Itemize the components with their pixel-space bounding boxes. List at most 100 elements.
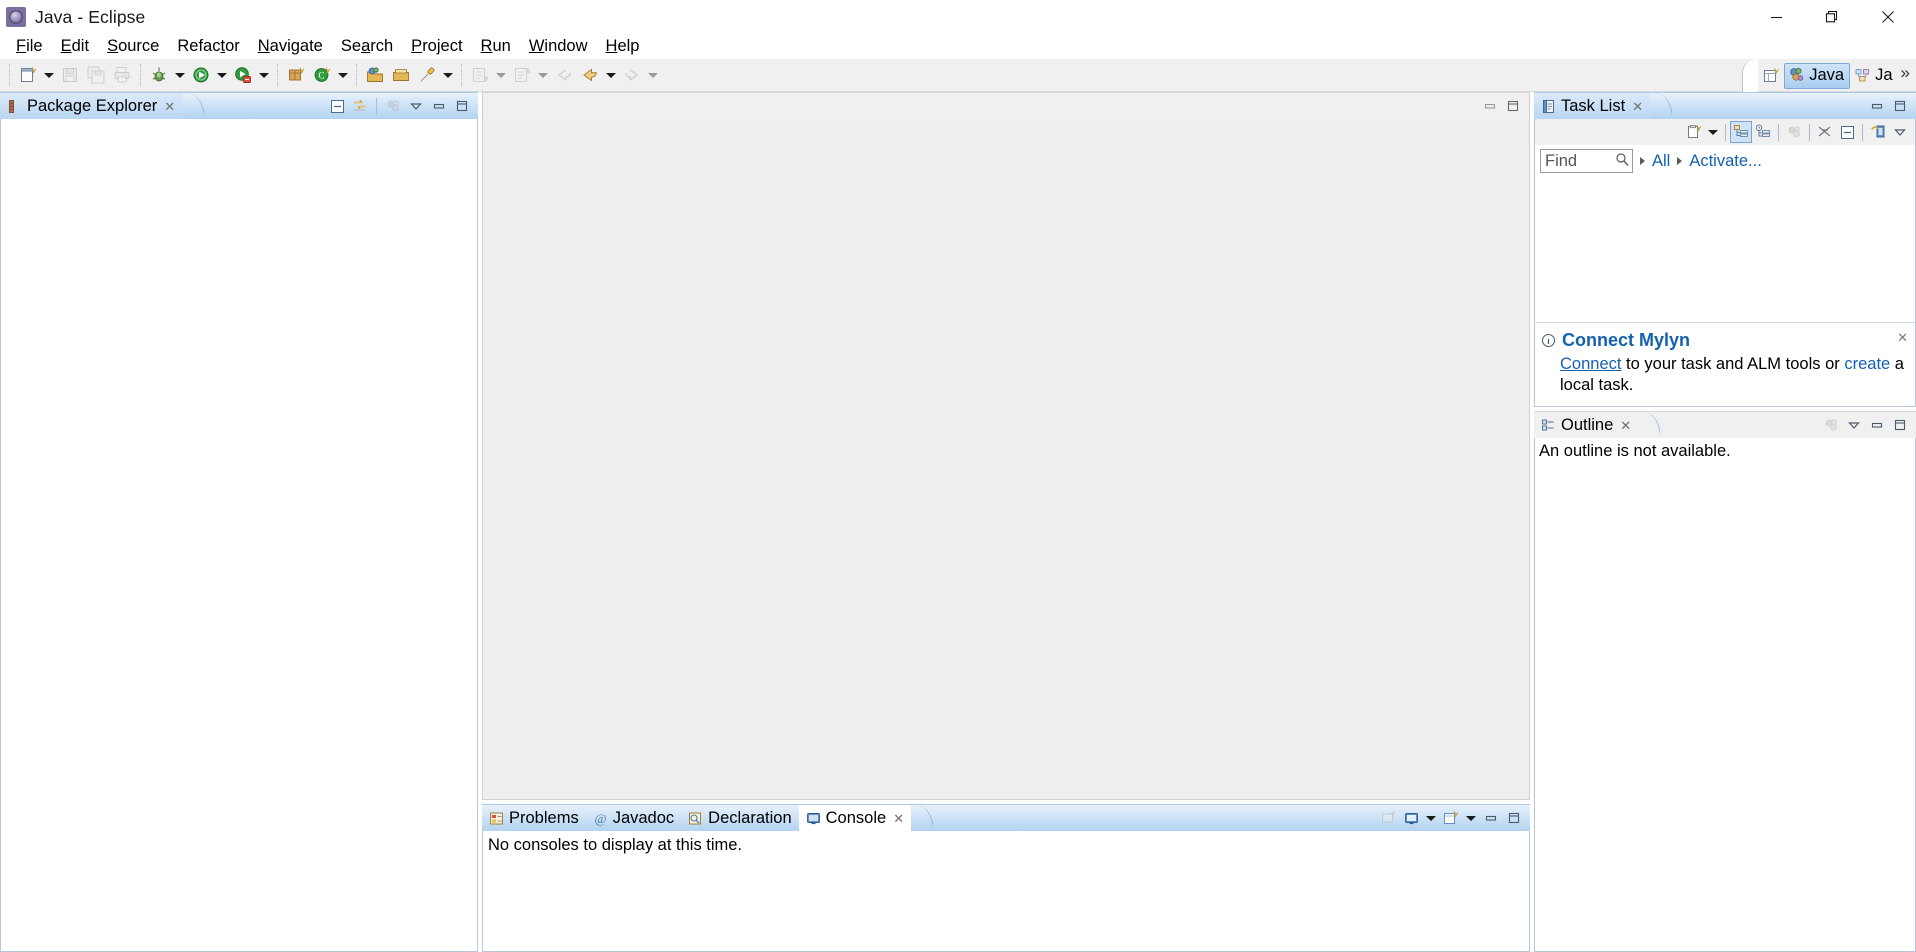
tab-package-explorer[interactable]: Package Explorer ✕: [0, 93, 183, 119]
close-window-button[interactable]: [1860, 0, 1916, 34]
task-filter-all-link[interactable]: All: [1652, 152, 1670, 171]
minimize-panel-icon[interactable]: [1480, 807, 1502, 829]
back-history-icon[interactable]: [551, 62, 577, 88]
close-icon[interactable]: ✕: [164, 100, 175, 113]
run-external-tools-icon[interactable]: [230, 62, 256, 88]
open-perspective-icon[interactable]: [1758, 62, 1784, 90]
tab-outline[interactable]: Outline ✕: [1534, 412, 1638, 438]
perspective-overflow-icon[interactable]: »: [1899, 63, 1914, 89]
view-menu-icon[interactable]: [1889, 121, 1911, 143]
print-icon[interactable]: [109, 62, 135, 88]
expand-all-tasks-icon[interactable]: [1836, 121, 1858, 143]
minimize-window-button[interactable]: [1748, 0, 1804, 34]
open-task-icon[interactable]: [388, 62, 414, 88]
new-java-package-icon[interactable]: [283, 62, 309, 88]
previous-edit-location-icon[interactable]: [577, 62, 603, 88]
forward-history-icon[interactable]: [619, 62, 645, 88]
close-icon[interactable]: ✕: [893, 812, 904, 825]
activate-task-icon[interactable]: [414, 62, 440, 88]
menu-edit[interactable]: Edit: [52, 36, 98, 58]
scheduled-presentation-icon[interactable]: [1752, 121, 1774, 143]
run-icon[interactable]: [188, 62, 214, 88]
link-with-editor-icon[interactable]: [349, 95, 371, 117]
previous-annotation-icon[interactable]: [509, 62, 535, 88]
collapse-all-icon[interactable]: [326, 95, 348, 117]
focus-on-active-task-icon[interactable]: [1820, 414, 1842, 436]
tab-console[interactable]: Console ✕: [798, 805, 912, 831]
collapse-all-tasks-icon[interactable]: [1814, 121, 1836, 143]
console-toolbar: [1377, 805, 1530, 831]
new-console-view-icon[interactable]: [1440, 807, 1462, 829]
close-icon[interactable]: ✕: [1620, 419, 1631, 432]
menu-source[interactable]: Source: [98, 36, 168, 58]
tab-curve: [911, 805, 933, 831]
menu-window[interactable]: Window: [520, 36, 597, 58]
mylyn-create-link[interactable]: create: [1844, 355, 1890, 373]
menu-run[interactable]: Run: [472, 36, 520, 58]
new-task-dropdown-arrow[interactable]: [1705, 121, 1721, 143]
tab-declaration[interactable]: Declaration: [681, 805, 798, 831]
categorized-presentation-icon[interactable]: [1730, 121, 1752, 143]
new-wizard-dropdown-arrow[interactable]: [41, 62, 57, 88]
minimize-view-icon[interactable]: [428, 95, 450, 117]
new-task-icon[interactable]: [1683, 121, 1705, 143]
tab-problems[interactable]: Problems: [482, 805, 586, 831]
save-icon[interactable]: [57, 62, 83, 88]
menu-navigate[interactable]: Navigate: [249, 36, 332, 58]
display-selected-console-icon[interactable]: [1400, 807, 1422, 829]
search-input[interactable]: [1540, 149, 1633, 173]
new-console-view-dropdown-arrow[interactable]: [1463, 807, 1479, 829]
minimize-view-icon[interactable]: [1866, 414, 1888, 436]
next-annotation-icon[interactable]: [467, 62, 493, 88]
minimize-view-icon[interactable]: [1866, 95, 1888, 117]
task-list-tree[interactable]: [1534, 177, 1916, 322]
display-selected-console-dropdown-arrow[interactable]: [1423, 807, 1439, 829]
menu-refactor[interactable]: Refactor: [168, 36, 248, 58]
forward-history-dropdown-arrow[interactable]: [645, 62, 661, 88]
mylyn-connect-link[interactable]: Connect: [1560, 355, 1621, 373]
maximize-editor-icon[interactable]: [1502, 95, 1524, 117]
new-java-class-dropdown-arrow[interactable]: [335, 62, 351, 88]
tab-javadoc[interactable]: @ Javadoc: [586, 805, 681, 831]
run-dropdown-arrow[interactable]: [214, 62, 230, 88]
debug-dropdown-arrow[interactable]: [172, 62, 188, 88]
open-type-icon[interactable]: [362, 62, 388, 88]
view-menu-icon[interactable]: [405, 95, 427, 117]
open-console-icon[interactable]: [1377, 807, 1399, 829]
perspective-tab-java[interactable]: Java: [1784, 62, 1851, 89]
activate-task-dropdown-arrow[interactable]: [440, 62, 456, 88]
previous-edit-location-dropdown-arrow[interactable]: [603, 62, 619, 88]
menu-search[interactable]: Search: [332, 36, 402, 58]
tab-task-list[interactable]: Task List ✕: [1534, 93, 1651, 119]
right-column: Task List ✕ Find All Activate... Connect…: [1534, 92, 1916, 952]
toolbar-separator: [376, 97, 377, 115]
maximize-view-icon[interactable]: [1889, 95, 1911, 117]
save-all-icon[interactable]: [83, 62, 109, 88]
editor-empty-canvas[interactable]: [482, 119, 1530, 800]
menu-file[interactable]: File: [7, 36, 52, 58]
maximize-view-icon[interactable]: [451, 95, 473, 117]
focus-on-active-task-icon[interactable]: [382, 95, 404, 117]
task-activate-link[interactable]: Activate...: [1689, 152, 1761, 171]
toolbar-separator: [9, 64, 10, 86]
next-annotation-dropdown-arrow[interactable]: [493, 62, 509, 88]
synchronize-changed-icon[interactable]: [1867, 121, 1889, 143]
previous-annotation-dropdown-arrow[interactable]: [535, 62, 551, 88]
menu-project[interactable]: Project: [402, 36, 471, 58]
focus-on-workweek-icon[interactable]: [1783, 121, 1805, 143]
package-explorer-tree[interactable]: [0, 119, 478, 952]
close-icon[interactable]: ✕: [1897, 330, 1908, 346]
console-message[interactable]: No consoles to display at this time.: [482, 831, 1530, 952]
close-icon[interactable]: ✕: [1632, 100, 1643, 113]
restore-window-button[interactable]: [1804, 0, 1860, 34]
view-menu-icon[interactable]: [1843, 414, 1865, 436]
new-wizard-icon[interactable]: [15, 62, 41, 88]
debug-icon[interactable]: [146, 62, 172, 88]
perspective-tab-java-browsing[interactable]: Ja: [1850, 63, 1898, 89]
minimize-editor-icon[interactable]: [1479, 95, 1501, 117]
menu-help[interactable]: Help: [597, 36, 649, 58]
run-external-tools-dropdown-arrow[interactable]: [256, 62, 272, 88]
maximize-view-icon[interactable]: [1889, 414, 1911, 436]
new-java-class-icon[interactable]: C: [309, 62, 335, 88]
maximize-panel-icon[interactable]: [1503, 807, 1525, 829]
